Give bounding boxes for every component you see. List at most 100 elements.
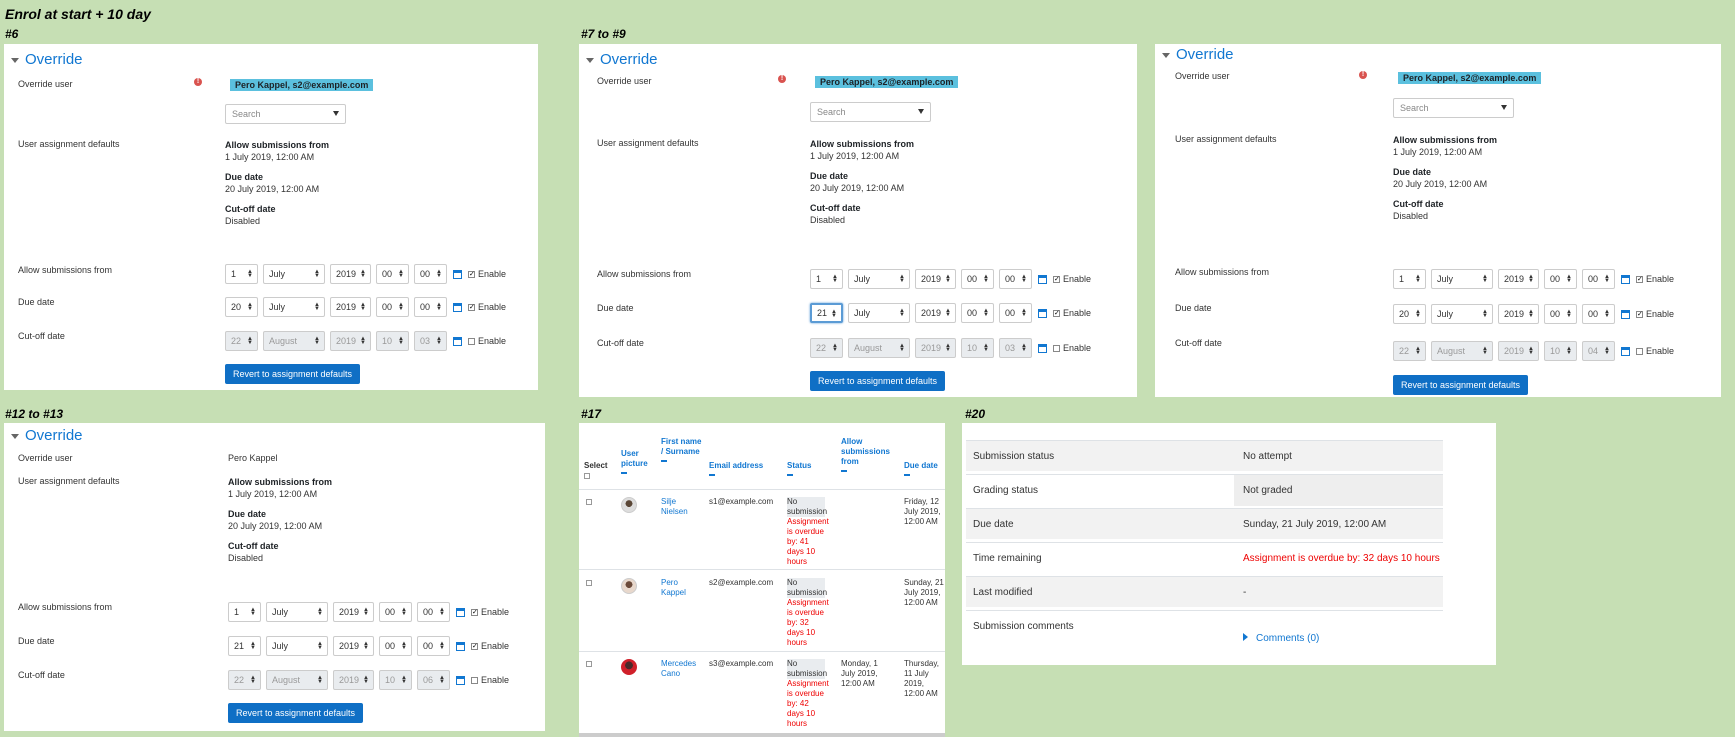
hour-select[interactable]: 10 ▲ ▼ [376,331,409,351]
day-select[interactable]: 20 ▲ ▼ [225,297,258,317]
calendar-icon[interactable] [456,641,465,651]
year-select[interactable]: 2019 ▲ ▼ [330,264,371,284]
month-select[interactable]: July ▲ ▼ [263,297,325,317]
enable-checkbox[interactable] [1636,347,1643,355]
month-select[interactable]: July ▲ ▼ [848,303,910,323]
enable-checkbox[interactable]: ✓ [1636,310,1643,318]
month-select[interactable]: July ▲ ▼ [1431,304,1493,324]
day-select[interactable]: 22 ▲ ▼ [1393,341,1426,361]
year-select[interactable]: 2019 ▲ ▼ [1498,304,1539,324]
override-heading[interactable]: Override [1162,46,1234,63]
day-select[interactable]: 1 ▲ ▼ [1393,269,1426,289]
day-select[interactable]: 1 ▲ ▼ [228,602,261,622]
month-select[interactable]: August ▲ ▼ [1431,341,1493,361]
month-select[interactable]: August ▲ ▼ [263,331,325,351]
minute-select[interactable]: 06 ▲ ▼ [417,670,450,690]
year-select[interactable]: 2019 ▲ ▼ [330,297,371,317]
year-select[interactable]: 2019 ▲ ▼ [915,269,956,289]
year-select[interactable]: 2019 ▲ ▼ [1498,269,1539,289]
hour-select[interactable]: 10 ▲ ▼ [961,338,994,358]
enable-checkbox[interactable]: ✓ [468,303,475,311]
enable-checkbox[interactable] [471,676,478,684]
enable-checkbox[interactable]: ✓ [1053,275,1060,283]
hour-select[interactable]: 00 ▲ ▼ [379,636,412,656]
enable-checkbox[interactable]: ✓ [1053,309,1060,317]
month-select[interactable]: July ▲ ▼ [266,636,328,656]
enable-checkbox[interactable] [468,337,475,345]
participant-name-link[interactable]: Silje Nielsen [661,497,701,517]
hour-select[interactable]: 10 ▲ ▼ [1544,341,1577,361]
day-select[interactable]: 1 ▲ ▼ [225,264,258,284]
status-column-header[interactable]: Status [787,461,827,476]
row-select-checkbox[interactable] [586,499,592,505]
year-select[interactable]: 2019 ▲ ▼ [330,331,371,351]
calendar-icon[interactable] [1621,346,1630,356]
enable-checkbox[interactable]: ✓ [471,608,478,616]
avatar[interactable] [621,578,637,594]
day-select[interactable]: 21 ▲ ▼ [810,303,843,323]
minute-select[interactable]: 00 ▲ ▼ [414,264,447,284]
year-select[interactable]: 2019 ▲ ▼ [333,602,374,622]
participant-name-link[interactable]: Pero Kappel [661,578,701,598]
enable-checkbox[interactable]: ✓ [468,270,475,278]
calendar-icon[interactable] [1621,309,1630,319]
row-select-checkbox[interactable] [586,661,592,667]
day-select[interactable]: 1 ▲ ▼ [810,269,843,289]
name-column-header[interactable]: First name / Surname [661,437,703,462]
month-select[interactable]: August ▲ ▼ [266,670,328,690]
calendar-icon[interactable] [1038,274,1047,284]
day-select[interactable]: 22 ▲ ▼ [228,670,261,690]
year-select[interactable]: 2019 ▲ ▼ [915,303,956,323]
comments-toggle-link[interactable]: Comments (0) [1243,633,1319,644]
year-select[interactable]: 2019 ▲ ▼ [1498,341,1539,361]
participant-name-link[interactable]: Mercedes Cano [661,659,701,679]
month-select[interactable]: July ▲ ▼ [848,269,910,289]
minute-select[interactable]: 03 ▲ ▼ [999,338,1032,358]
minute-select[interactable]: 03 ▲ ▼ [414,331,447,351]
minute-select[interactable]: 00 ▲ ▼ [414,297,447,317]
hour-select[interactable]: 00 ▲ ▼ [379,602,412,622]
revert-defaults-button[interactable]: Revert to assignment defaults [228,703,364,723]
year-select[interactable]: 2019 ▲ ▼ [333,636,374,656]
hour-select[interactable]: 00 ▲ ▼ [1544,304,1577,324]
calendar-icon[interactable] [1621,274,1630,284]
horizontal-scrollbar[interactable] [579,733,945,737]
calendar-icon[interactable] [456,675,465,685]
hour-select[interactable]: 10 ▲ ▼ [379,670,412,690]
day-select[interactable]: 22 ▲ ▼ [810,338,843,358]
calendar-icon[interactable] [453,269,462,279]
minute-select[interactable]: 00 ▲ ▼ [1582,269,1615,289]
day-select[interactable]: 22 ▲ ▼ [225,331,258,351]
year-select[interactable]: 2019 ▲ ▼ [915,338,956,358]
minute-select[interactable]: 00 ▲ ▼ [999,303,1032,323]
minute-select[interactable]: 00 ▲ ▼ [417,602,450,622]
calendar-icon[interactable] [453,336,462,346]
hour-select[interactable]: 00 ▲ ▼ [1544,269,1577,289]
revert-defaults-button[interactable]: Revert to assignment defaults [1393,375,1529,395]
calendar-icon[interactable] [453,302,462,312]
hour-select[interactable]: 00 ▲ ▼ [961,269,994,289]
avatar[interactable] [621,497,637,513]
month-select[interactable]: July ▲ ▼ [1431,269,1493,289]
user-search-select[interactable]: Search [1393,98,1514,118]
minute-select[interactable]: 00 ▲ ▼ [999,269,1032,289]
override-heading[interactable]: Override [11,427,83,444]
selected-user-badge[interactable]: Pero Kappel, s2@example.com [815,76,959,88]
revert-defaults-button[interactable]: Revert to assignment defaults [225,364,361,384]
row-select-checkbox[interactable] [586,580,592,586]
hour-select[interactable]: 00 ▲ ▼ [376,297,409,317]
select-all-checkbox[interactable] [584,473,590,479]
day-select[interactable]: 21 ▲ ▼ [228,636,261,656]
hour-select[interactable]: 00 ▲ ▼ [376,264,409,284]
email-column-header[interactable]: Email address [709,461,779,476]
year-select[interactable]: 2019 ▲ ▼ [333,670,374,690]
override-heading[interactable]: Override [11,51,83,68]
avatar[interactable] [621,659,637,675]
month-select[interactable]: July ▲ ▼ [263,264,325,284]
minute-select[interactable]: 00 ▲ ▼ [417,636,450,656]
calendar-icon[interactable] [456,607,465,617]
hour-select[interactable]: 00 ▲ ▼ [961,303,994,323]
revert-defaults-button[interactable]: Revert to assignment defaults [810,371,946,391]
calendar-icon[interactable] [1038,343,1047,353]
due-date-column-header[interactable]: Due date [904,461,944,476]
